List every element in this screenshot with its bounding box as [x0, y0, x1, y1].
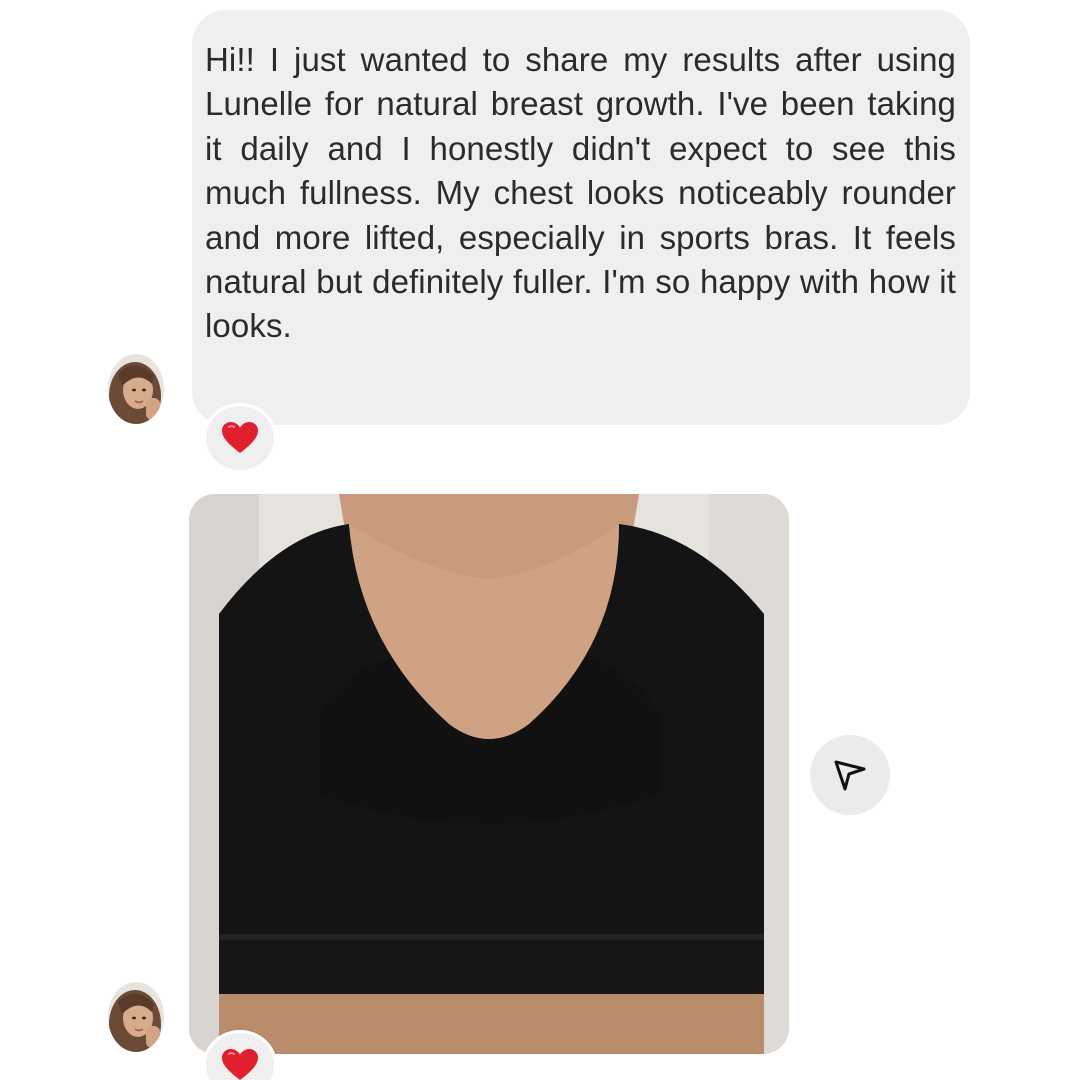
reaction-heart[interactable] — [203, 403, 277, 473]
paper-plane-icon — [834, 760, 866, 791]
heart-icon — [222, 422, 258, 453]
avatar-image — [108, 354, 164, 424]
heart-icon — [222, 1049, 258, 1080]
sender-avatar[interactable] — [108, 982, 164, 1052]
message-text: Hi!! I just wanted to share my results a… — [205, 41, 956, 345]
sender-avatar[interactable] — [108, 354, 164, 424]
avatar-image — [108, 982, 164, 1052]
dm-conversation: Hi!! I just wanted to share my results a… — [0, 0, 1080, 1080]
message-bubble[interactable]: Hi!! I just wanted to share my results a… — [192, 10, 970, 425]
photo-image — [189, 494, 789, 1054]
share-button[interactable] — [810, 735, 890, 815]
photo-message[interactable] — [189, 494, 789, 1054]
